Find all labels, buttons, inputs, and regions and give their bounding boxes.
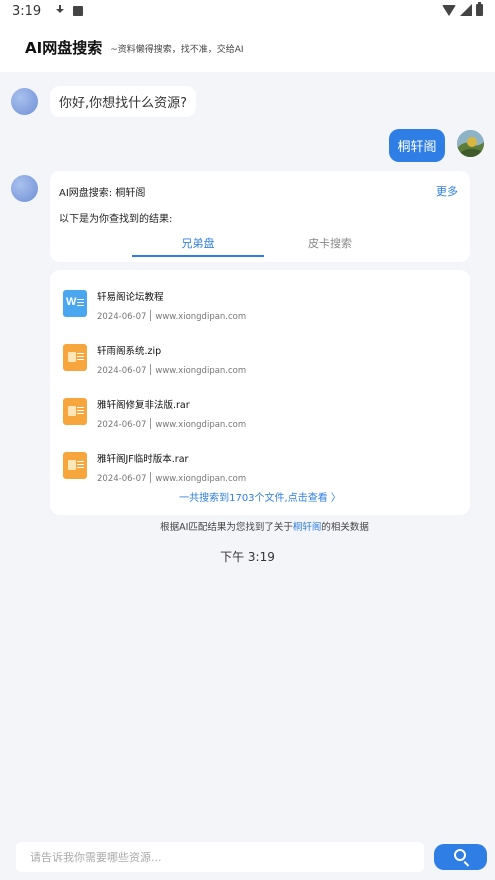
result-title: AI网盘搜索: 桐轩阁 <box>59 188 146 199</box>
file-date: 2024-06-07 <box>97 312 147 322</box>
signal-icon <box>460 4 472 16</box>
file-meta: 2024-06-07 www.xiongdipan.com <box>97 418 246 430</box>
match-footnote: 根据AI匹配结果为您找到了关于桐轩阁的相关数据 <box>0 519 495 533</box>
search-input[interactable] <box>16 842 424 872</box>
greeting-bubble: 你好,你想找什么资源? <box>50 86 197 117</box>
footnote-prefix: 根据AI匹配结果为您找到了关于 <box>160 522 293 533</box>
user-avatar-image <box>457 130 484 157</box>
file-name: 轩雨阁系统.zip <box>97 346 162 357</box>
user-message-bubble: 桐轩阁 <box>389 129 445 162</box>
file-result-list: 轩易阁论坛教程 2024-06-07 www.xiongdipan.com 轩雨阁… <box>50 270 470 515</box>
tab-pika-search[interactable]: 皮卡搜索 <box>264 235 396 251</box>
greeting-text: 你好,你想找什么资源? <box>59 96 188 111</box>
user-avatar <box>457 130 484 157</box>
archive-file-icon <box>63 452 87 479</box>
file-meta: 2024-06-07 www.xiongdipan.com <box>97 472 246 484</box>
bot-avatar <box>11 88 38 115</box>
message-timestamp: 下午 3:19 <box>220 550 275 564</box>
file-meta: 2024-06-07 www.xiongdipan.com <box>97 364 246 376</box>
list-item[interactable]: 轩易阁论坛教程 2024-06-07 www.xiongdipan.com <box>60 283 460 327</box>
status-bar: 3:19 <box>0 0 495 22</box>
meta-divider <box>150 472 152 483</box>
meta-divider <box>150 418 152 429</box>
battery-icon <box>476 2 483 16</box>
file-date: 2024-06-07 <box>97 420 147 430</box>
archive-file-icon <box>63 398 87 425</box>
file-source: www.xiongdipan.com <box>155 420 247 430</box>
app-subtitle: ~资料懒得搜索，找不准，交给AI <box>110 45 244 55</box>
search-icon <box>454 849 466 861</box>
file-date: 2024-06-07 <box>97 474 147 484</box>
user-message-text: 桐轩阁 <box>397 140 437 155</box>
list-item[interactable]: 轩雨阁系统.zip 2024-06-07 www.xiongdipan.com <box>60 337 460 381</box>
file-source: www.xiongdipan.com <box>155 312 247 322</box>
meta-divider <box>150 310 152 321</box>
word-file-icon <box>63 290 87 317</box>
file-source: www.xiongdipan.com <box>155 474 247 484</box>
file-name: 雅轩阁JF临时版本.rar <box>97 454 189 465</box>
view-all-results-link[interactable]: 一共搜索到1703个文件,点击查看 〉 <box>50 489 470 504</box>
result-header-card: AI网盘搜索: 桐轩阁 更多 以下是为你查找到的结果: 兄弟盘 皮卡搜索 <box>50 171 470 262</box>
file-meta: 2024-06-07 www.xiongdipan.com <box>97 310 246 322</box>
footnote-suffix: 的相关数据 <box>321 522 369 533</box>
tab-xiongdipan[interactable]: 兄弟盘 <box>132 235 264 257</box>
meta-divider <box>150 364 152 375</box>
more-link[interactable]: 更多 <box>436 183 458 199</box>
list-item[interactable]: 雅轩阁修复非法版.rar 2024-06-07 www.xiongdipan.co… <box>60 391 460 435</box>
file-name: 雅轩阁修复非法版.rar <box>97 400 190 411</box>
app-header: AI网盘搜索 ~资料懒得搜索，找不准，交给AI <box>0 22 495 72</box>
wifi-icon <box>442 4 456 16</box>
file-name: 轩易阁论坛教程 <box>97 292 164 303</box>
search-button[interactable] <box>434 844 487 870</box>
status-time: 3:19 <box>12 3 42 19</box>
app-title: AI网盘搜索 <box>25 38 103 57</box>
list-item[interactable]: 雅轩阁JF临时版本.rar 2024-06-07 www.xiongdipan.c… <box>60 445 460 489</box>
file-date: 2024-06-07 <box>97 366 147 376</box>
notification-icon <box>73 6 84 16</box>
archive-file-icon <box>63 344 87 371</box>
file-source: www.xiongdipan.com <box>155 366 247 376</box>
status-icons <box>442 2 483 16</box>
footnote-keyword: 桐轩阁 <box>292 522 322 533</box>
result-subtitle: 以下是为你查找到的结果: <box>59 214 173 225</box>
bot-avatar <box>11 175 38 202</box>
download-icon <box>55 5 65 17</box>
